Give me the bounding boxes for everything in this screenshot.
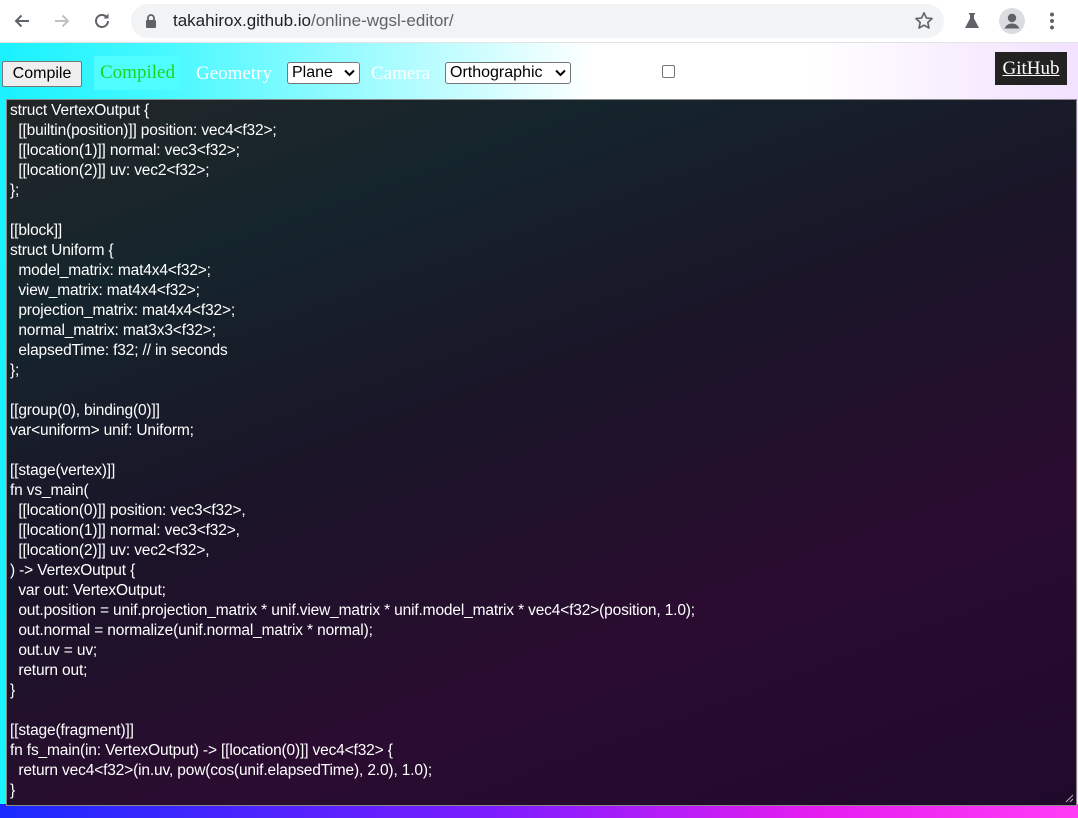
- geometry-select[interactable]: Plane: [287, 62, 360, 84]
- page-bottom-gradient: [0, 804, 1078, 818]
- camera-select[interactable]: Orthographic: [445, 62, 571, 84]
- reload-icon: [95, 13, 109, 28]
- forward-arrow-icon: [55, 14, 70, 28]
- url-host: takahirox.github.io: [173, 11, 311, 30]
- chevron-down-icon: [344, 69, 355, 77]
- url-path: /online-wgsl-editor/: [310, 11, 454, 30]
- editor-toolbar: Compile Compiled Geometry Plane Camera O…: [0, 43, 1078, 99]
- address-bar[interactable]: takahirox.github.io/online-wgsl-editor/: [131, 4, 944, 38]
- browser-toolbar: takahirox.github.io/online-wgsl-editor/: [0, 0, 1078, 43]
- back-button[interactable]: [7, 6, 37, 36]
- kebab-menu-icon: [1050, 12, 1054, 30]
- flask-icon: [965, 13, 979, 28]
- labs-button[interactable]: [957, 6, 987, 36]
- page-content: Compile Compiled Geometry Plane Camera O…: [0, 43, 1078, 818]
- shader-code[interactable]: struct VertexOutput { [[builtin(position…: [7, 100, 1076, 801]
- compile-button[interactable]: Compile: [2, 61, 82, 87]
- browser-menu-button[interactable]: [1037, 6, 1067, 36]
- geometry-label: Geometry: [196, 63, 272, 84]
- resize-handle-icon[interactable]: [1064, 793, 1074, 803]
- reload-button[interactable]: [87, 6, 117, 36]
- geometry-select-value: Plane: [292, 64, 333, 81]
- url-text: takahirox.github.io/online-wgsl-editor/: [173, 12, 454, 30]
- bookmark-star-icon[interactable]: [914, 11, 934, 31]
- profile-button[interactable]: [997, 6, 1027, 36]
- github-link[interactable]: GitHub: [995, 52, 1067, 85]
- rotation-label: Rotation: [582, 63, 648, 84]
- camera-select-value: Orthographic: [450, 64, 543, 81]
- rotation-checkbox[interactable]: [662, 65, 675, 78]
- compile-status: Compiled: [94, 56, 181, 90]
- shader-code-editor[interactable]: struct VertexOutput { [[builtin(position…: [6, 99, 1077, 806]
- lock-icon[interactable]: [145, 14, 157, 28]
- camera-label: Camera: [371, 63, 431, 84]
- forward-button[interactable]: [47, 6, 77, 36]
- back-arrow-icon: [14, 14, 29, 28]
- avatar-icon: [999, 8, 1025, 34]
- chevron-down-icon: [555, 69, 566, 77]
